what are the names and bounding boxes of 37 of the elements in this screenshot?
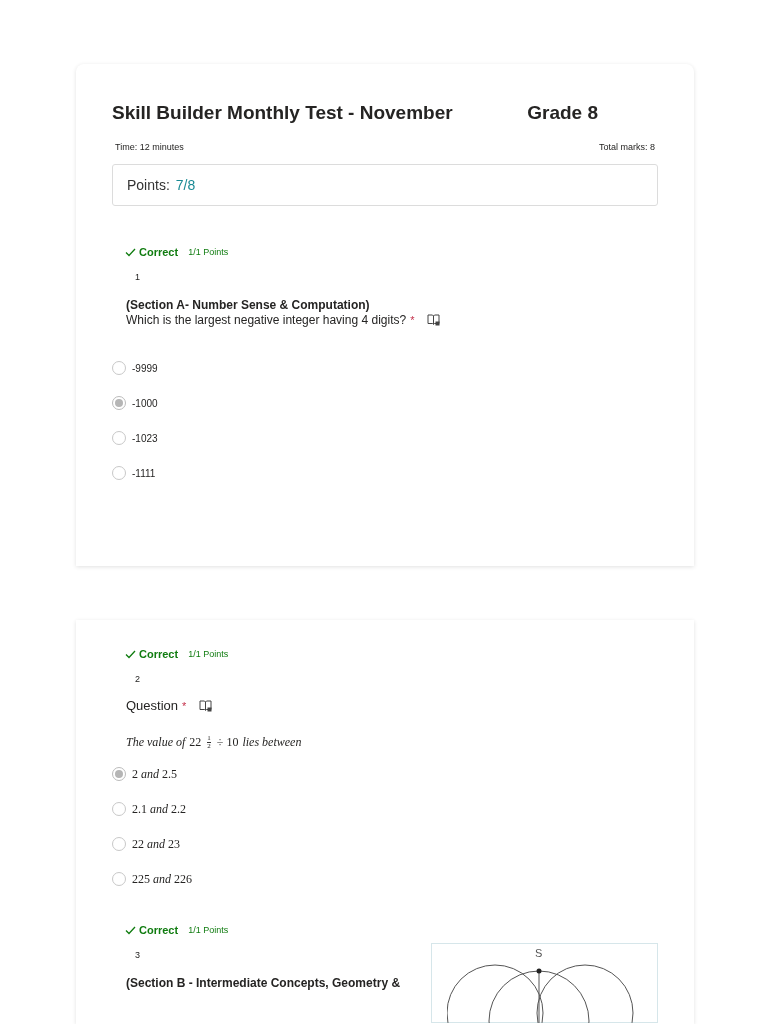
required-mark: * bbox=[182, 699, 187, 712]
option-label: 2 and 2.5 bbox=[132, 766, 177, 782]
total-marks-label: Total marks: 8 bbox=[598, 142, 655, 152]
check-icon bbox=[125, 649, 136, 659]
option-label: 2.1 and 2.2 bbox=[132, 801, 186, 817]
point-label: S bbox=[535, 947, 543, 959]
option-label: 22 and 23 bbox=[132, 836, 180, 852]
radio-button[interactable] bbox=[112, 767, 126, 781]
result-label: Correct bbox=[125, 648, 179, 660]
required-mark: * bbox=[410, 314, 415, 326]
score-label: 1/1 Points bbox=[188, 247, 229, 257]
option-label: -1023 bbox=[132, 432, 158, 444]
points-value: 7/8 bbox=[175, 177, 196, 193]
radio-button[interactable] bbox=[112, 396, 126, 410]
score-label: 1/1 Points bbox=[188, 925, 229, 935]
question-number: 2 bbox=[135, 674, 140, 684]
option-label: -9999 bbox=[132, 362, 158, 374]
question-text: Which is the largest negative integer having 4 digits? bbox=[126, 313, 407, 327]
result-label: Correct bbox=[125, 246, 179, 258]
grade-label: Grade 8 bbox=[527, 102, 598, 124]
check-icon bbox=[125, 247, 136, 257]
section-heading: (Section A- Number Sense & Computation) bbox=[126, 298, 371, 312]
question-text: Question bbox=[126, 698, 179, 713]
section-heading: (Section B - Intermediate Concepts, Geometry & bbox=[126, 976, 402, 990]
question-number: 1 bbox=[135, 272, 140, 282]
option-label: 225 and 226 bbox=[132, 871, 192, 887]
time-label: Time: 12 minutes bbox=[115, 142, 184, 152]
result-label: Correct bbox=[125, 924, 179, 936]
points-label: Points: bbox=[127, 177, 170, 193]
question-number: 3 bbox=[135, 950, 140, 960]
immersive-reader-icon[interactable] bbox=[427, 314, 441, 326]
check-icon bbox=[125, 925, 136, 935]
immersive-reader-icon[interactable] bbox=[199, 699, 213, 712]
form-title: Skill Builder Monthly Test - November bbox=[112, 102, 453, 124]
option-label: -1000 bbox=[132, 397, 158, 409]
option-label: -1111 bbox=[132, 467, 156, 479]
score-label: 1/1 Points bbox=[188, 649, 229, 659]
